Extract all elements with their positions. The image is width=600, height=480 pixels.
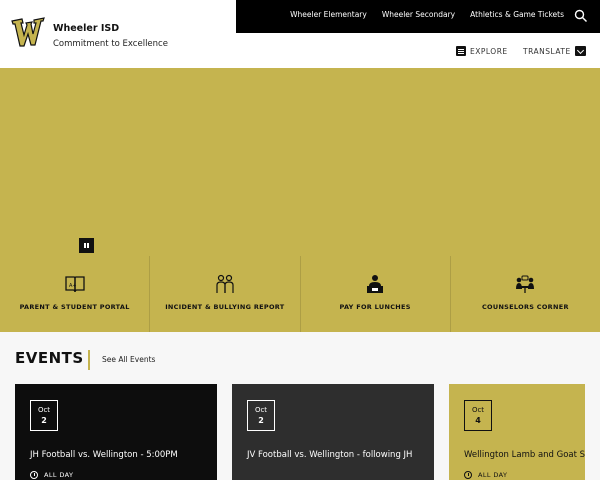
quick-links: A+ PARENT & STUDENT PORTAL INCIDENT & BU… [0,256,600,332]
event-day: 2 [41,416,47,425]
event-date: Oct 4 [464,400,492,431]
event-card[interactable]: Oct 4 Wellington Lamb and Goat Show ALL … [449,384,585,480]
explore-button[interactable]: EXPLORE [456,46,508,56]
quick-link-label: PAY FOR LUNCHES [339,303,411,311]
pause-button[interactable] [79,238,94,253]
counselor-icon [516,275,535,293]
event-title[interactable]: Wellington Lamb and Goat Show [464,449,585,462]
event-card[interactable]: Oct 2 JH Football vs. Wellington - 5:00P… [15,384,217,480]
quick-link-incident[interactable]: INCIDENT & BULLYING REPORT [149,256,299,332]
brand-name[interactable]: Wheeler ISD [53,23,119,34]
explore-label: EXPLORE [470,46,508,56]
translate-button[interactable]: TRANSLATE [523,46,586,56]
search-icon[interactable] [574,9,588,23]
pause-icon-bar [87,243,89,248]
pause-icon [84,243,86,248]
brand-tagline: Commitment to Excellence [53,39,168,49]
clock-icon [464,471,472,479]
quick-link-portal[interactable]: A+ PARENT & STUDENT PORTAL [0,256,149,332]
quick-link-label: COUNSELORS CORNER [481,303,569,311]
event-title[interactable]: JH Football vs. Wellington - 5:00PM [30,449,178,462]
event-month: Oct [254,406,268,414]
events-divider [88,350,90,370]
event-date: Oct 2 [247,400,275,431]
quick-link-counselors[interactable]: COUNSELORS CORNER [449,256,600,332]
quick-link-label: PARENT & STUDENT PORTAL [19,303,130,311]
people-icon [216,274,234,293]
quick-link-label: INCIDENT & BULLYING REPORT [165,303,285,311]
event-time: ALL DAY [44,471,74,479]
event-title[interactable]: JV Football vs. Wellington - following J… [247,449,422,462]
chevron-down-icon [574,46,586,56]
top-bar-angle [236,0,256,33]
clock-icon [30,471,38,479]
site-header: Wheeler Elementary Wheeler Secondary Ath… [0,0,600,68]
event-meta: ALL DAY [464,471,507,479]
book-icon: A+ [64,276,85,293]
lunch-icon [367,275,384,293]
quick-link-lunches[interactable]: PAY FOR LUNCHES [299,256,450,332]
event-date: Oct 2 [30,400,58,431]
wheeler-logo-icon[interactable] [11,15,45,49]
event-card[interactable]: Oct 2 JV Football vs. Wellington - follo… [232,384,434,480]
event-day: 2 [258,416,264,425]
menu-icon [456,46,466,56]
top-nav-athletics[interactable]: Athletics & Game Tickets [470,10,564,19]
see-all-events-link[interactable]: See All Events [102,355,155,364]
top-nav-elementary[interactable]: Wheeler Elementary [290,10,367,19]
event-month: Oct [471,406,485,414]
event-meta: ALL DAY [30,471,73,479]
svg-text:A+: A+ [69,283,77,289]
event-time: ALL DAY [478,471,508,479]
top-nav: Wheeler Elementary Wheeler Secondary Ath… [290,0,564,28]
hero-banner [0,68,600,256]
translate-label: TRANSLATE [523,46,571,56]
events-heading: EVENTS [15,349,84,367]
event-month: Oct [37,406,51,414]
top-nav-secondary[interactable]: Wheeler Secondary [382,10,455,19]
event-day: 4 [475,416,481,425]
